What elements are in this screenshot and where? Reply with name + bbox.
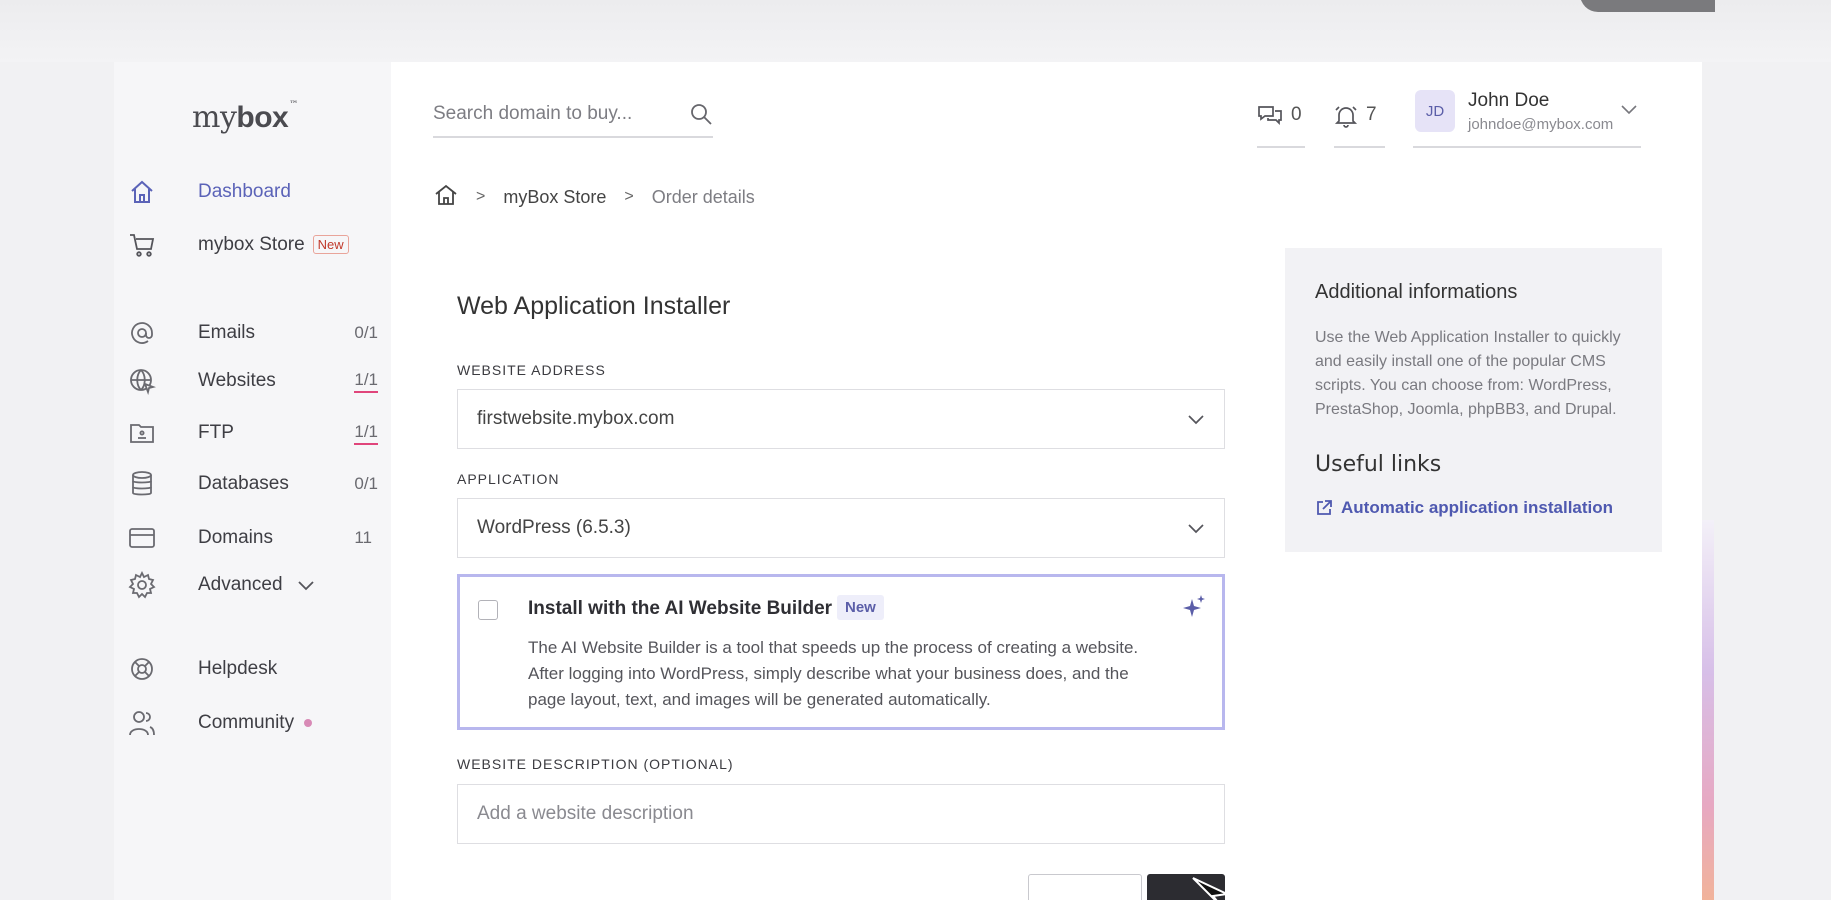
- useful-links-title: Useful links: [1315, 452, 1442, 477]
- users-icon: [128, 709, 156, 737]
- messages-count: 0: [1291, 104, 1302, 125]
- website-address-label: WEBSITE ADDRESS: [457, 362, 606, 378]
- breadcrumb-store[interactable]: myBox Store: [503, 187, 606, 208]
- logo-tm: ™: [289, 100, 298, 110]
- ai-builder-description: The AI Website Builder is a tool that sp…: [528, 638, 1139, 709]
- sidebar-item-label: Dashboard: [198, 181, 291, 202]
- application-label: APPLICATION: [457, 471, 560, 487]
- sidebar-item-label: Advanced: [198, 574, 316, 596]
- new-badge: New: [312, 235, 349, 255]
- logo-text-bold: box: [236, 101, 289, 134]
- sidebar: mybox™ Dashboard mybox Store New Emails 0…: [114, 62, 391, 900]
- sidebar-item-helpdesk[interactable]: Helpdesk: [128, 652, 378, 686]
- store-label: mybox Store: [198, 234, 305, 255]
- ai-builder-checkbox[interactable]: [478, 600, 498, 620]
- sidebar-item-domains[interactable]: Domains 11: [128, 521, 378, 555]
- card-icon: [128, 524, 156, 552]
- search-icon[interactable]: [689, 102, 713, 131]
- sidebar-item-emails[interactable]: Emails 0/1: [128, 316, 378, 350]
- websites-count: 1/1: [354, 370, 378, 393]
- sparkles-icon: [1183, 595, 1205, 617]
- database-icon: [128, 470, 156, 498]
- sidebar-item-label: Community: [198, 712, 313, 734]
- community-label: Community: [198, 712, 295, 733]
- sidebar-item-ftp[interactable]: FTP 1/1: [128, 416, 378, 450]
- sidebar-item-label: mybox Store New: [198, 234, 349, 256]
- notifications-button[interactable]: 7: [1334, 98, 1385, 148]
- sidebar-item-label: Helpdesk: [198, 658, 278, 679]
- application-select[interactable]: WordPress (6.5.3): [457, 498, 1225, 558]
- background-band: [0, 0, 1831, 62]
- breadcrumb-separator: >: [624, 188, 634, 205]
- ftp-count: 1/1: [354, 422, 378, 445]
- info-text: Use the Web Application Installer to qui…: [1315, 329, 1621, 418]
- sidebar-item-dashboard[interactable]: Dashboard: [128, 175, 378, 209]
- messages-button[interactable]: 0: [1257, 98, 1305, 148]
- lifebuoy-icon: [128, 655, 156, 683]
- domains-count: 11: [354, 528, 372, 547]
- website-address-select[interactable]: firstwebsite.mybox.com: [457, 389, 1225, 449]
- external-link-icon: [1317, 500, 1332, 515]
- logo-text: my: [192, 100, 237, 135]
- gear-icon: [128, 571, 156, 599]
- app-window: mybox™ Dashboard mybox Store New Emails 0…: [114, 62, 1702, 900]
- website-description-input[interactable]: [477, 803, 1197, 825]
- at-icon: [128, 319, 156, 347]
- notifications-count: 7: [1366, 104, 1377, 125]
- chevron-down-icon: [298, 581, 314, 591]
- databases-count: 0/1: [354, 474, 378, 493]
- sidebar-item-label: Emails: [198, 322, 256, 343]
- advanced-label: Advanced: [198, 574, 283, 595]
- sidebar-item-community[interactable]: Community: [128, 706, 378, 740]
- window-pill: [1580, 0, 1715, 12]
- breadcrumb-current: Order details: [651, 186, 755, 207]
- search-field: [433, 92, 713, 138]
- user-menu[interactable]: JD John Doe johndoe@mybox.com: [1413, 88, 1641, 148]
- chat-icon: [1258, 106, 1282, 126]
- folder-icon: [128, 419, 156, 447]
- info-panel: Additional informations Use the Web Appl…: [1285, 248, 1662, 552]
- application-value: WordPress (6.5.3): [477, 517, 631, 538]
- gradient-strip: [1700, 520, 1714, 900]
- mouse-cursor-icon: [1192, 877, 1231, 900]
- website-address-value: firstwebsite.mybox.com: [477, 408, 675, 429]
- avatar: JD: [1415, 90, 1455, 132]
- sidebar-item-label: Websites: [198, 370, 276, 391]
- sidebar-item-store[interactable]: mybox Store New: [128, 228, 378, 262]
- notification-dot: [304, 718, 313, 727]
- globe-cursor-icon: [128, 367, 156, 395]
- logo[interactable]: mybox™: [192, 100, 298, 135]
- chevron-down-icon: [1188, 524, 1204, 534]
- new-badge: New: [837, 595, 884, 620]
- bell-icon: [1334, 106, 1358, 128]
- chevron-down-icon: [1621, 105, 1637, 115]
- sidebar-item-label: Databases: [198, 473, 289, 494]
- emails-count: 0/1: [354, 323, 378, 342]
- website-description-field: [457, 784, 1225, 844]
- sidebar-item-advanced[interactable]: Advanced: [128, 568, 378, 602]
- sidebar-item-websites[interactable]: Websites 1/1: [128, 364, 378, 398]
- ai-builder-title: Install with the AI Website Builder: [528, 598, 833, 619]
- page-title: Web Application Installer: [457, 292, 731, 320]
- user-name: John Doe: [1468, 90, 1550, 111]
- info-title: Additional informations: [1315, 281, 1518, 303]
- breadcrumb: > myBox Store > Order details: [434, 180, 755, 214]
- cart-icon: [128, 231, 156, 259]
- website-description-label: WEBSITE DESCRIPTION (OPTIONAL): [457, 756, 734, 772]
- sidebar-item-label: FTP: [198, 422, 234, 443]
- automatic-installation-link[interactable]: Automatic application installation: [1315, 498, 1613, 518]
- sidebar-item-label: Domains: [198, 527, 273, 548]
- sidebar-item-databases[interactable]: Databases 0/1: [128, 467, 378, 501]
- home-icon: [128, 178, 156, 206]
- user-email: johndoe@mybox.com: [1468, 116, 1614, 133]
- search-input[interactable]: [433, 103, 673, 125]
- link-label: Automatic application installation: [1341, 498, 1614, 517]
- ai-builder-option[interactable]: Install with the AI Website Builder New …: [457, 574, 1225, 730]
- home-icon[interactable]: [434, 183, 458, 212]
- breadcrumb-separator: >: [476, 188, 486, 205]
- back-button[interactable]: [1028, 874, 1142, 900]
- chevron-down-icon: [1188, 415, 1204, 425]
